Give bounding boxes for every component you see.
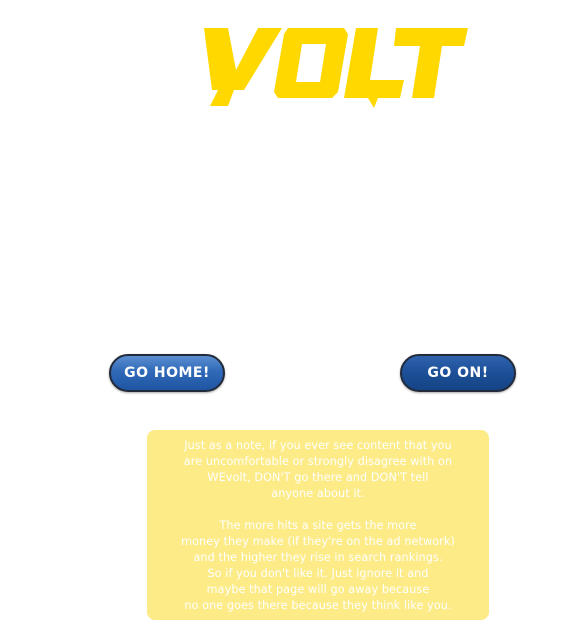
note-line: The more hits a site gets the more <box>219 519 417 532</box>
volt-logo <box>198 22 470 108</box>
volt-logo-graphic <box>204 28 468 108</box>
note-line: Just as a note, if you ever see content … <box>184 439 452 452</box>
go-home-label: GO HOME! <box>124 365 210 381</box>
go-home-button[interactable]: GO HOME! <box>109 354 225 392</box>
go-on-label: GO ON! <box>427 365 489 381</box>
note-box: Just as a note, if you ever see content … <box>147 430 489 620</box>
note-line: anyone about it. <box>271 487 365 500</box>
note-line: are uncomfortable or strongly disagree w… <box>183 455 453 468</box>
note-line: no one goes there because they think lik… <box>184 599 452 612</box>
note-line: WEvolt, DON'T go there and DON'T tell <box>207 471 429 484</box>
note-line: So if you don't like it. Just ignore it … <box>207 567 429 580</box>
note-line: and the higher they rise in search ranki… <box>193 551 443 564</box>
note-line: money they make (if they're on the ad ne… <box>181 535 455 548</box>
note-line: maybe that page will go away because <box>206 583 430 596</box>
go-on-button[interactable]: GO ON! <box>400 354 516 392</box>
